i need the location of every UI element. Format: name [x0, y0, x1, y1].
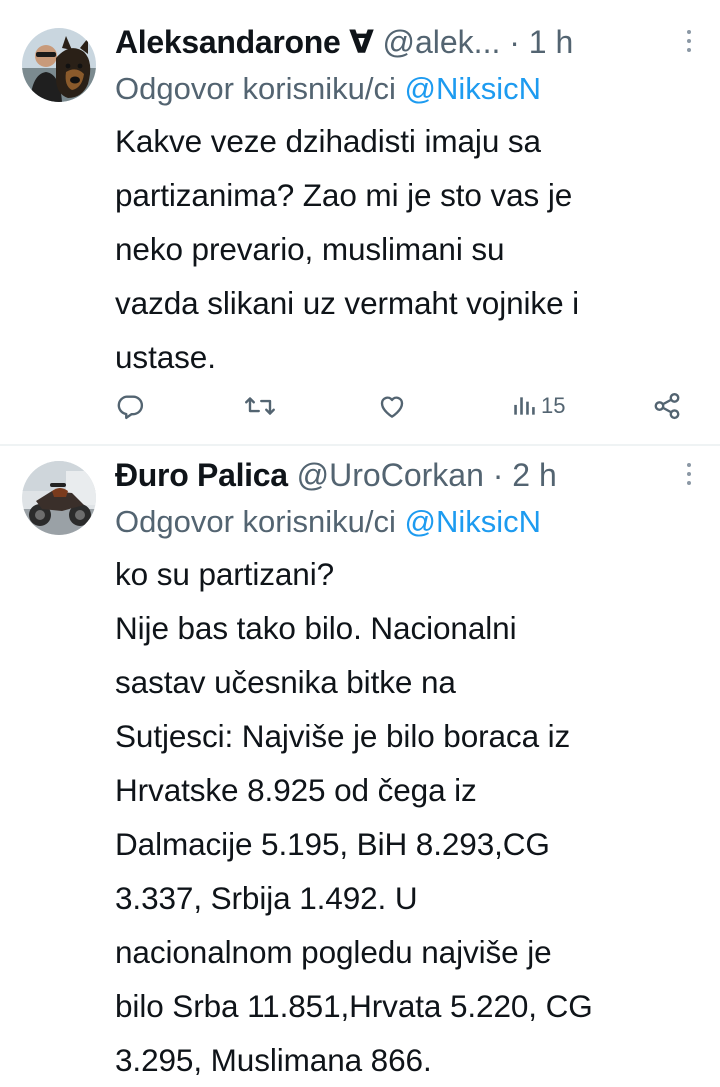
user-handle[interactable]: @UroCorkan — [297, 457, 484, 493]
reply-prefix: Odgovor korisniku/ci — [115, 71, 396, 106]
retweet-button[interactable] — [243, 384, 277, 428]
timestamp[interactable]: 1 h — [529, 24, 573, 60]
reply-mention-link[interactable]: @NiksicN — [404, 504, 541, 539]
views-count: 15 — [541, 393, 566, 418]
tweet-text: Kakve veze dzihadisti imaju sa partizani… — [115, 123, 580, 375]
heart-icon — [380, 396, 404, 418]
share-button[interactable] — [652, 384, 682, 428]
tweet-header: Aleksandarone Ɐ @alek... · 1 h — [115, 18, 700, 66]
tweet-item[interactable]: Aleksandarone Ɐ @alek... · 1 h Odgovor k… — [0, 0, 720, 446]
tweet-header: Đuro Palica @UroCorkan · 2 h — [115, 451, 700, 499]
reply-context: Odgovor korisniku/ci @NiksicN — [115, 499, 700, 545]
tweet-divider — [0, 444, 720, 446]
tweet-item[interactable]: Đuro Palica @UroCorkan · 2 h Odgovor kor… — [0, 447, 720, 1078]
reply-context: Odgovor korisniku/ci @NiksicN — [115, 66, 700, 112]
display-name[interactable]: Đuro Palica — [115, 457, 288, 493]
reply-icon — [117, 395, 144, 420]
avatar-image — [22, 461, 96, 535]
display-name[interactable]: Aleksandarone Ɐ — [115, 24, 374, 60]
share-icon — [654, 392, 680, 420]
tweet-text: ko su partizani? Nije bas tako bilo. Nac… — [115, 556, 593, 1078]
user-handle[interactable]: @alek... — [382, 24, 500, 60]
avatar-image — [22, 28, 96, 102]
separator-dot: · — [492, 457, 504, 493]
avatar[interactable] — [22, 461, 96, 535]
reply-mention-link[interactable]: @NiksicN — [404, 71, 541, 106]
views-icon — [514, 397, 535, 415]
reply-button[interactable] — [115, 384, 145, 428]
avatar[interactable] — [22, 28, 96, 102]
tweet-actions: 15 — [115, 384, 682, 428]
more-options-icon[interactable] — [686, 463, 692, 489]
views-button[interactable]: 15 — [511, 384, 565, 428]
separator-dot: · — [509, 24, 520, 60]
timestamp[interactable]: 2 h — [512, 457, 556, 493]
more-options-icon[interactable] — [686, 30, 692, 56]
reply-prefix: Odgovor korisniku/ci — [115, 504, 396, 539]
retweet-icon — [245, 397, 275, 415]
like-button[interactable] — [377, 384, 407, 428]
